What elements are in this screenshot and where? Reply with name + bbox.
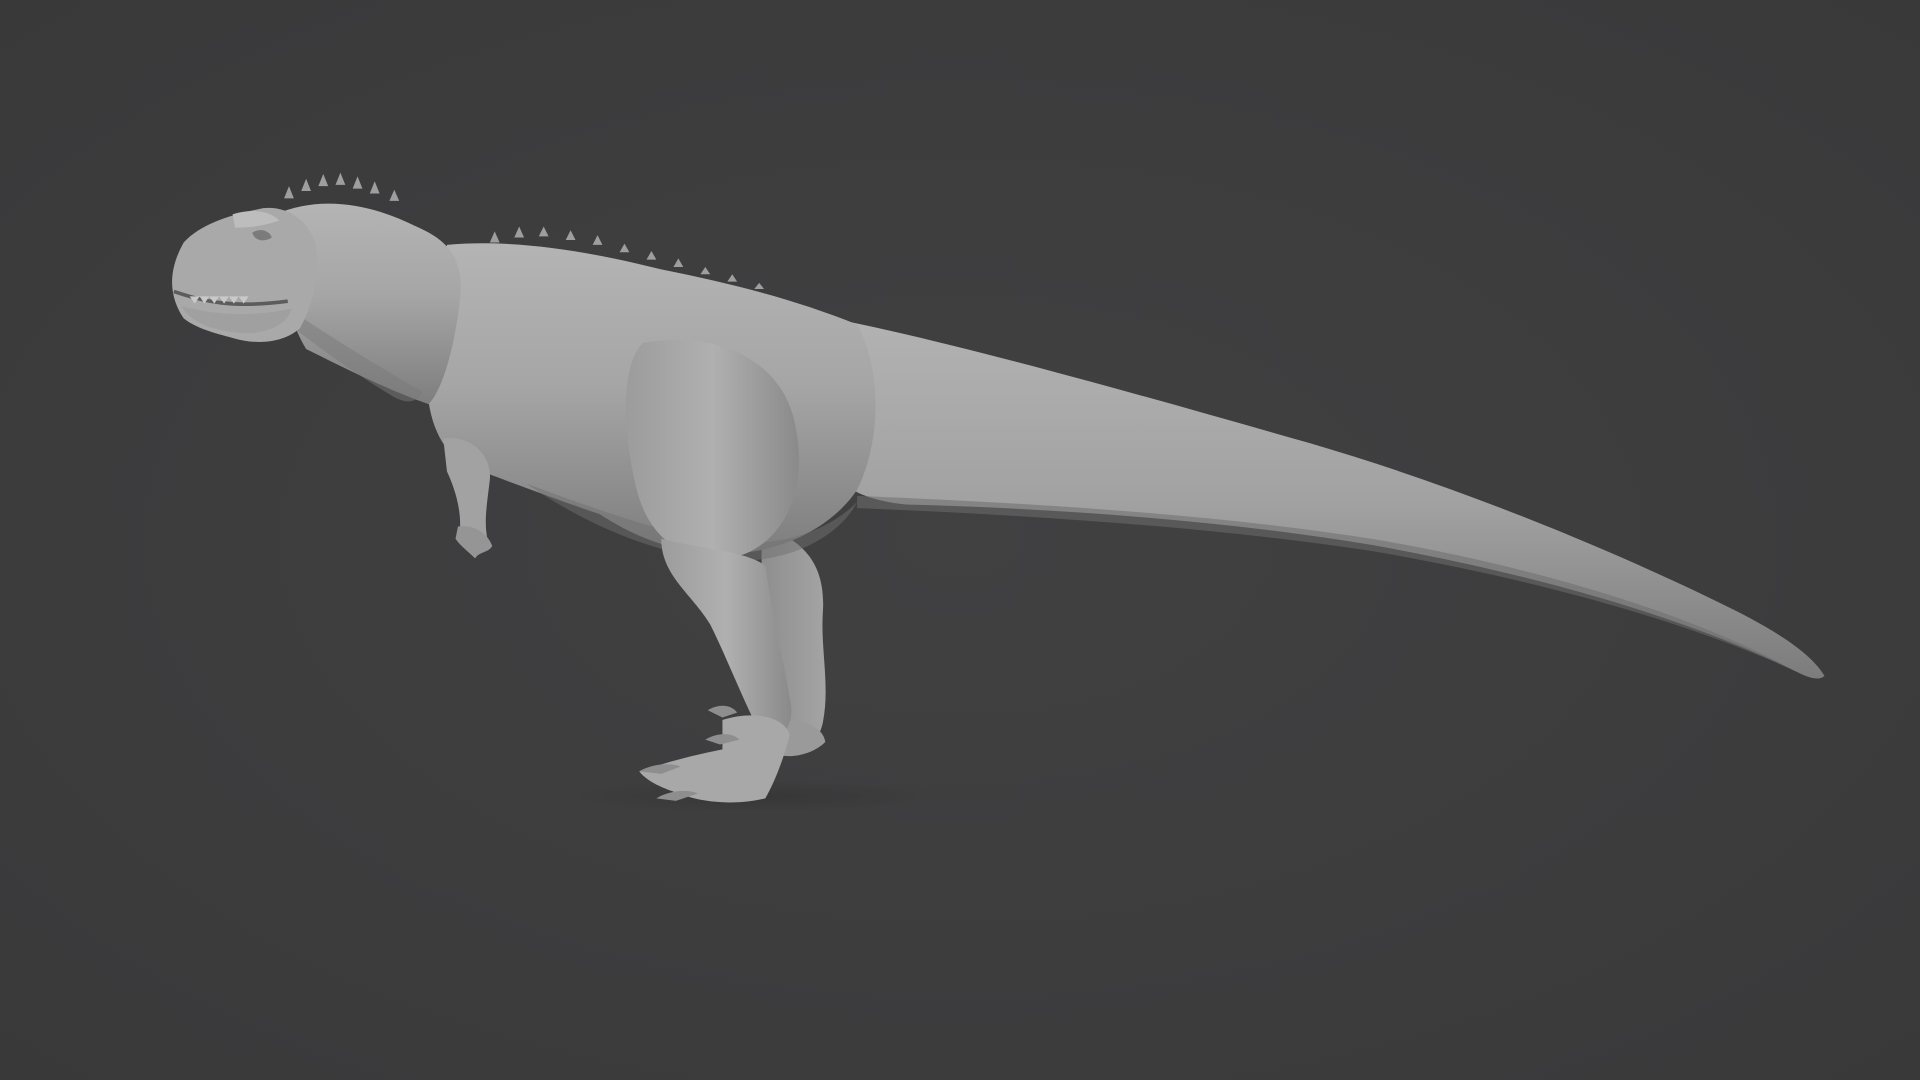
dinosaur-model (172, 172, 1825, 814)
hand (455, 526, 493, 559)
3d-viewport[interactable] (0, 0, 1920, 1080)
